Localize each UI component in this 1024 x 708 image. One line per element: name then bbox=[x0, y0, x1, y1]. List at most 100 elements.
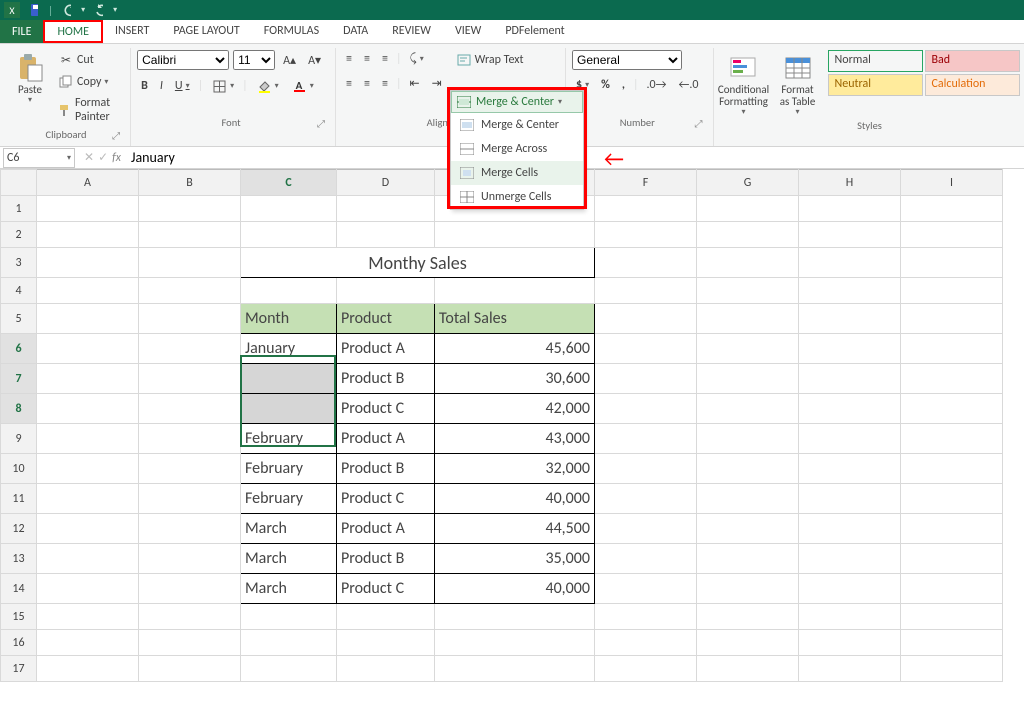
paste-button[interactable]: Paste ▾ bbox=[12, 50, 48, 105]
percent-format-button[interactable]: % bbox=[597, 76, 614, 94]
orientation-button[interactable]: ⤹▾ bbox=[406, 50, 428, 68]
fill-color-button[interactable]: ▾ bbox=[252, 76, 283, 96]
name-box[interactable]: C6 ▾ bbox=[3, 148, 75, 168]
cell[interactable]: Product B bbox=[337, 364, 435, 394]
increase-font-button[interactable]: A▴ bbox=[279, 51, 300, 70]
select-all-button[interactable] bbox=[1, 170, 37, 196]
decrease-indent-button[interactable]: ⇤ bbox=[406, 74, 424, 93]
increase-indent-button[interactable]: ⇥ bbox=[428, 74, 446, 93]
cut-button[interactable]: ✂ Cut bbox=[54, 50, 120, 70]
table-header[interactable]: Product bbox=[337, 304, 435, 334]
cell[interactable]: 35,000 bbox=[435, 544, 595, 574]
row-header[interactable]: 2 bbox=[1, 222, 37, 248]
cell[interactable]: 45,600 bbox=[435, 334, 595, 364]
style-normal[interactable]: Normal bbox=[828, 50, 923, 72]
cell[interactable]: 43,000 bbox=[435, 424, 595, 454]
col-header-i[interactable]: I bbox=[901, 170, 1003, 196]
align-middle-button[interactable]: ≡ bbox=[360, 50, 374, 68]
cancel-formula-icon[interactable]: ✕ bbox=[84, 150, 94, 165]
cell[interactable]: Product C bbox=[337, 484, 435, 514]
row-header[interactable]: 12 bbox=[1, 514, 37, 544]
cell[interactable]: February bbox=[241, 454, 337, 484]
borders-button[interactable]: ▾ bbox=[207, 76, 238, 96]
font-name-select[interactable]: Calibri bbox=[137, 50, 229, 70]
cell[interactable] bbox=[241, 364, 337, 394]
underline-button[interactable]: U ▾ bbox=[171, 77, 194, 95]
row-header[interactable]: 4 bbox=[1, 278, 37, 304]
dialog-launcher-icon[interactable]: ⤢ bbox=[112, 129, 120, 142]
cell[interactable]: March bbox=[241, 544, 337, 574]
style-bad[interactable]: Bad bbox=[925, 50, 1020, 72]
decrease-font-button[interactable]: A▾ bbox=[304, 51, 325, 70]
tab-formulas[interactable]: FORMULAS bbox=[252, 20, 331, 43]
row-header[interactable]: 9 bbox=[1, 424, 37, 454]
tab-review[interactable]: REVIEW bbox=[380, 20, 443, 43]
style-neutral[interactable]: Neutral bbox=[828, 74, 923, 96]
undo-button[interactable] bbox=[59, 2, 75, 18]
sheet-title-cell[interactable]: Monthy Sales bbox=[241, 248, 595, 278]
wrap-text-button[interactable]: Wrap Text bbox=[452, 50, 528, 70]
row-header[interactable]: 15 bbox=[1, 604, 37, 630]
bold-button[interactable]: B bbox=[137, 77, 152, 95]
col-header-a[interactable]: A bbox=[37, 170, 139, 196]
cell[interactable]: Product A bbox=[337, 334, 435, 364]
merge-center-button[interactable]: Merge & Center ▾ bbox=[451, 91, 583, 113]
merge-item-unmerge[interactable]: Unmerge Cells bbox=[451, 185, 583, 209]
number-format-select[interactable]: General bbox=[572, 50, 682, 70]
row-header[interactable]: 6 bbox=[1, 334, 37, 364]
align-bottom-button[interactable]: ≡ bbox=[378, 50, 392, 68]
tab-home[interactable]: HOME bbox=[43, 20, 103, 43]
cell[interactable]: Product B bbox=[337, 454, 435, 484]
row-header[interactable]: 16 bbox=[1, 630, 37, 656]
col-header-h[interactable]: H bbox=[799, 170, 901, 196]
row-header[interactable]: 10 bbox=[1, 454, 37, 484]
col-header-d[interactable]: D bbox=[337, 170, 435, 196]
row-header[interactable]: 13 bbox=[1, 544, 37, 574]
align-center-button[interactable]: ≡ bbox=[360, 75, 374, 93]
col-header-b[interactable]: B bbox=[139, 170, 241, 196]
conditional-formatting-button[interactable]: Conditional Formatting▾ bbox=[720, 50, 768, 117]
cell[interactable] bbox=[241, 394, 337, 424]
cell[interactable]: March bbox=[241, 574, 337, 604]
cell[interactable]: 40,000 bbox=[435, 574, 595, 604]
fx-icon[interactable]: fx bbox=[112, 151, 121, 165]
cell[interactable]: Product B bbox=[337, 544, 435, 574]
row-header[interactable]: 8 bbox=[1, 394, 37, 424]
format-painter-button[interactable]: Format Painter bbox=[54, 94, 120, 126]
cell[interactable]: Product C bbox=[337, 394, 435, 424]
table-header[interactable]: Month bbox=[241, 304, 337, 334]
col-header-f[interactable]: F bbox=[595, 170, 697, 196]
cell[interactable]: January bbox=[241, 334, 337, 364]
cell[interactable]: 44,500 bbox=[435, 514, 595, 544]
dialog-launcher-icon[interactable]: ⤢ bbox=[695, 117, 703, 130]
cell[interactable]: 40,000 bbox=[435, 484, 595, 514]
style-calculation[interactable]: Calculation bbox=[925, 74, 1020, 96]
row-header[interactable]: 5 bbox=[1, 304, 37, 334]
spreadsheet-grid[interactable]: A B C D E F G H I 1 2 3 Monthy Sales 4 5… bbox=[0, 169, 1024, 682]
merge-item-center[interactable]: Merge & Center bbox=[451, 113, 583, 137]
format-as-table-button[interactable]: Format as Table▾ bbox=[774, 50, 822, 117]
comma-format-button[interactable]: , bbox=[618, 76, 629, 94]
tab-page-layout[interactable]: PAGE LAYOUT bbox=[161, 20, 251, 43]
cell[interactable]: February bbox=[241, 424, 337, 454]
cell[interactable]: Product A bbox=[337, 514, 435, 544]
copy-button[interactable]: Copy ▾ bbox=[54, 72, 120, 92]
row-header[interactable]: 14 bbox=[1, 574, 37, 604]
increase-decimal-button[interactable]: .0→ bbox=[643, 76, 671, 94]
redo-dropdown[interactable]: ▾ bbox=[113, 5, 117, 15]
cell[interactable]: March bbox=[241, 514, 337, 544]
table-header[interactable]: Total Sales bbox=[435, 304, 595, 334]
save-button[interactable] bbox=[26, 2, 42, 18]
row-header[interactable]: 3 bbox=[1, 248, 37, 278]
cell[interactable]: Product C bbox=[337, 574, 435, 604]
row-header[interactable]: 17 bbox=[1, 656, 37, 682]
tab-view[interactable]: VIEW bbox=[443, 20, 493, 43]
font-color-button[interactable]: A▾ bbox=[287, 76, 318, 96]
align-left-button[interactable]: ≡ bbox=[342, 75, 356, 93]
col-header-c[interactable]: C bbox=[241, 170, 337, 196]
cell[interactable]: Product A bbox=[337, 424, 435, 454]
row-header[interactable]: 11 bbox=[1, 484, 37, 514]
cell[interactable]: 42,000 bbox=[435, 394, 595, 424]
font-size-select[interactable]: 11 bbox=[233, 50, 275, 70]
cell[interactable]: 32,000 bbox=[435, 454, 595, 484]
